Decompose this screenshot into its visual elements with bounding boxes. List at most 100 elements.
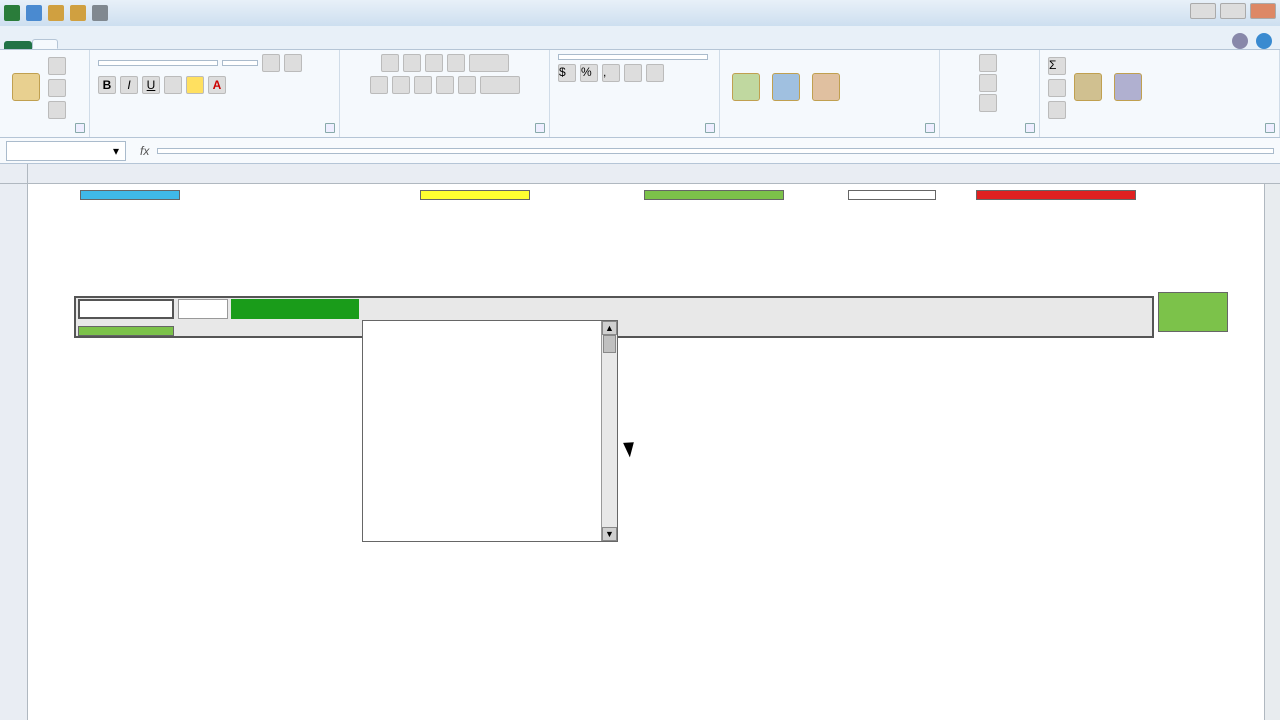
- group-alignment: [348, 121, 541, 135]
- number-format-select[interactable]: [558, 54, 708, 60]
- group-clipboard: [8, 121, 81, 135]
- input-day: [178, 299, 228, 319]
- cond-format-icon: [732, 73, 760, 101]
- add-to-list-button[interactable]: [1158, 292, 1228, 332]
- borders-button[interactable]: [164, 76, 182, 94]
- wrap-text-button[interactable]: [469, 54, 509, 72]
- ribbon: B I U A: [0, 50, 1280, 138]
- sort-filter-button[interactable]: [1070, 71, 1106, 105]
- tab-formulas[interactable]: [106, 41, 130, 49]
- align-top-icon[interactable]: [381, 54, 399, 72]
- help-icon[interactable]: [1256, 33, 1272, 49]
- format-cells-button[interactable]: [979, 94, 1001, 112]
- fill-color-button[interactable]: [186, 76, 204, 94]
- styles-icon: [812, 73, 840, 101]
- inc-decimal-icon[interactable]: [624, 64, 642, 82]
- cut-icon[interactable]: [48, 57, 66, 75]
- excel-icon: [4, 5, 20, 21]
- merge-center-button[interactable]: [480, 76, 520, 94]
- grow-font-icon[interactable]: [262, 54, 280, 72]
- shrink-font-icon[interactable]: [284, 54, 302, 72]
- percent-icon[interactable]: %: [580, 64, 598, 82]
- tab-view[interactable]: [178, 41, 202, 49]
- tab-home[interactable]: [32, 39, 58, 49]
- copy-icon[interactable]: [48, 79, 66, 97]
- font-size-select[interactable]: [222, 60, 258, 66]
- scroll-up-icon[interactable]: ▲: [602, 321, 617, 335]
- add-date-button[interactable]: [78, 326, 174, 336]
- clear-icon[interactable]: [1048, 101, 1066, 119]
- worksheet: ▲ ▼: [0, 164, 1280, 720]
- redo-icon[interactable]: [70, 5, 86, 21]
- find-select-button[interactable]: [1110, 71, 1146, 105]
- align-left-icon[interactable]: [370, 76, 388, 94]
- sort-icon: [1074, 73, 1102, 101]
- tab-review[interactable]: [154, 41, 178, 49]
- fill-icon[interactable]: [1048, 79, 1066, 97]
- indent-dec-icon[interactable]: [436, 76, 454, 94]
- align-right-icon[interactable]: [414, 76, 432, 94]
- comma-icon[interactable]: ,: [602, 64, 620, 82]
- bold-button[interactable]: B: [98, 76, 116, 94]
- font-color-button[interactable]: A: [208, 76, 226, 94]
- format-as-table-button[interactable]: [768, 71, 804, 105]
- font-name-select[interactable]: [98, 60, 218, 66]
- close-button[interactable]: [1250, 3, 1276, 19]
- underline-button[interactable]: U: [142, 76, 160, 94]
- undo-icon[interactable]: [48, 5, 64, 21]
- sort-by-date-button[interactable]: [80, 190, 180, 200]
- select-all-corner[interactable]: [0, 164, 28, 184]
- align-center-icon[interactable]: [392, 76, 410, 94]
- insert-cells-button[interactable]: [979, 54, 1001, 72]
- formula-bar: ▾ fx: [0, 138, 1280, 164]
- minimize-button[interactable]: [1190, 3, 1216, 19]
- tab-file[interactable]: [4, 41, 32, 49]
- scroll-down-icon[interactable]: ▼: [602, 527, 617, 541]
- mouse-cursor: [626, 440, 642, 462]
- vertical-scrollbar[interactable]: [1264, 184, 1280, 720]
- table-icon: [772, 73, 800, 101]
- group-editing: [1048, 121, 1271, 135]
- currency-icon[interactable]: $: [558, 64, 576, 82]
- orientation-icon[interactable]: [447, 54, 465, 72]
- tab-acrobat[interactable]: [226, 41, 250, 49]
- cell-styles-button[interactable]: [808, 71, 844, 105]
- fx-icon[interactable]: fx: [132, 144, 157, 158]
- duplicate-button[interactable]: [848, 190, 936, 200]
- ribbon-tabs: [0, 26, 1280, 50]
- move-to-completed-button[interactable]: [976, 190, 1136, 200]
- tab-insert[interactable]: [58, 41, 82, 49]
- dropdown-scrollbar[interactable]: ▲ ▼: [601, 321, 617, 541]
- move-up-down-button[interactable]: [644, 190, 784, 200]
- save-icon[interactable]: [26, 5, 42, 21]
- row-headers[interactable]: [0, 184, 28, 720]
- delete-cells-button[interactable]: [979, 74, 1001, 92]
- autosum-icon[interactable]: Σ: [1048, 57, 1066, 75]
- tab-page-layout[interactable]: [82, 41, 106, 49]
- insert-icon: [979, 54, 997, 72]
- window-controls: [1190, 3, 1276, 19]
- group-font: [98, 121, 331, 135]
- name-box[interactable]: ▾: [6, 141, 126, 161]
- conditional-formatting-button[interactable]: [728, 71, 764, 105]
- minimize-ribbon-icon[interactable]: [1232, 33, 1248, 49]
- paste-button[interactable]: [8, 71, 44, 105]
- sort-by-file-button[interactable]: [420, 190, 530, 200]
- format-painter-icon[interactable]: [48, 101, 66, 119]
- indent-inc-icon[interactable]: [458, 76, 476, 94]
- align-bottom-icon[interactable]: [425, 54, 443, 72]
- tab-data[interactable]: [130, 41, 154, 49]
- input-date[interactable]: [78, 299, 174, 319]
- find-icon: [1114, 73, 1142, 101]
- qat-more-icon[interactable]: [92, 5, 108, 21]
- align-middle-icon[interactable]: [403, 54, 421, 72]
- file-dropdown[interactable]: ▲ ▼: [362, 320, 618, 542]
- scroll-thumb[interactable]: [603, 335, 616, 353]
- formula-input[interactable]: [157, 148, 1274, 154]
- tab-developer[interactable]: [202, 41, 226, 49]
- delete-icon: [979, 74, 997, 92]
- dec-decimal-icon[interactable]: [646, 64, 664, 82]
- column-headers[interactable]: [28, 164, 1280, 184]
- maximize-button[interactable]: [1220, 3, 1246, 19]
- italic-button[interactable]: I: [120, 76, 138, 94]
